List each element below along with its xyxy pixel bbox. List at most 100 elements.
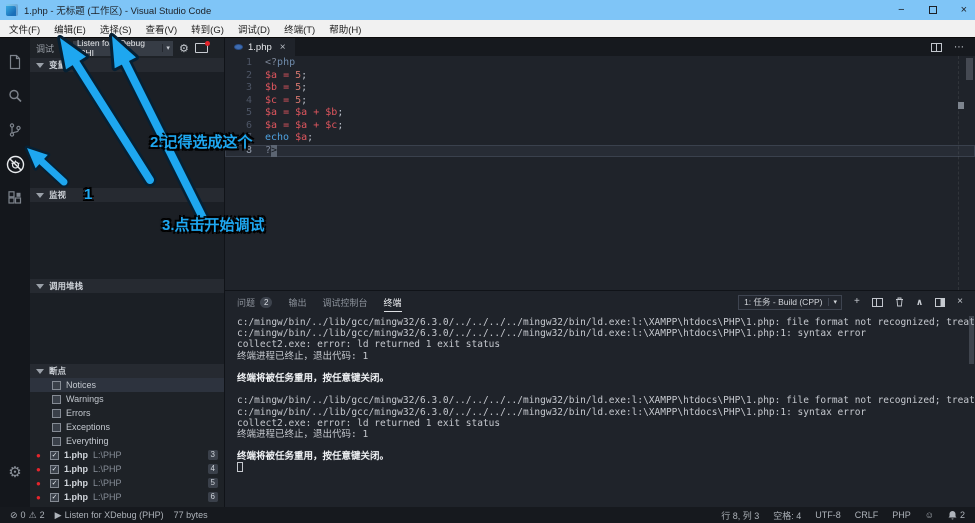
breakpoint-dot-icon: ●: [36, 479, 45, 488]
search-icon[interactable]: [5, 86, 25, 106]
notification-dot: [205, 41, 210, 46]
start-debug-button[interactable]: ▶: [60, 43, 67, 54]
menu-item-3[interactable]: 查看(V): [138, 22, 184, 36]
terminal-line: 终端将被任务重用，按任意键关闭。: [237, 373, 975, 384]
breakpoint-option-label: Notices: [66, 380, 96, 390]
debug-config-dropdown[interactable]: Listen for XDebug (PHI ▾: [73, 41, 173, 56]
split-editor-icon[interactable]: [931, 43, 942, 52]
status-item-0[interactable]: 行 8, 列 3: [721, 509, 759, 522]
new-terminal-icon[interactable]: +: [854, 297, 860, 307]
breakpoint-option-warnings[interactable]: Warnings: [30, 392, 224, 406]
status-item-3[interactable]: CRLF: [855, 510, 879, 520]
line-number: 2: [225, 70, 265, 83]
breakpoint-file-name: 1.php: [64, 478, 88, 488]
breakpoint-dot-icon: ●: [36, 465, 45, 474]
section-watch[interactable]: 监视: [30, 188, 224, 202]
status-item-1[interactable]: 空格: 4: [773, 509, 801, 522]
terminal[interactable]: c:/mingw/bin/../lib/gcc/mingw32/6.3.0/..…: [225, 313, 975, 507]
section-breakpoints[interactable]: 断点: [30, 364, 224, 378]
terminal-line: c:/mingw/bin/../lib/gcc/mingw32/6.3.0/..…: [237, 395, 975, 406]
breakpoint-row-line-5[interactable]: ●✓1.phpL:\PHP5: [30, 476, 224, 490]
panel-tab-调试控制台[interactable]: 调试控制台: [322, 292, 367, 313]
breakpoint-option-label: Everything: [66, 436, 109, 446]
breakpoint-file-name: 1.php: [64, 450, 88, 460]
status-item-4[interactable]: PHP: [892, 510, 911, 520]
manage-gear-icon[interactable]: ⚙: [8, 463, 21, 481]
checkbox-icon[interactable]: [52, 437, 61, 446]
code-token: <?: [265, 57, 277, 70]
breakpoint-option-everything[interactable]: Everything: [30, 434, 224, 448]
feedback-smiley-icon[interactable]: ☺: [925, 510, 934, 520]
debug-status[interactable]: ▶ Listen for XDebug (PHP): [55, 510, 164, 521]
checkbox-checked-icon[interactable]: ✓: [50, 451, 59, 460]
status-item-2[interactable]: UTF-8: [815, 510, 841, 520]
maximize-panel-chevron-icon[interactable]: ∧: [916, 298, 923, 307]
menu-item-1[interactable]: 编辑(E): [47, 22, 93, 36]
terminal-line: collect2.exe: error: ld returned 1 exit …: [237, 339, 975, 350]
close-tab-icon[interactable]: ×: [280, 42, 286, 53]
problems-status[interactable]: ⊘ 0 ⚠ 2: [10, 510, 45, 521]
tab-1php[interactable]: 1.php ×: [225, 38, 295, 56]
breakpoint-option-exceptions[interactable]: Exceptions: [30, 420, 224, 434]
editor-scrollbar[interactable]: [966, 58, 973, 80]
breakpoint-option-errors[interactable]: Errors: [30, 406, 224, 420]
breakpoint-file-name: 1.php: [64, 464, 88, 474]
vscode-logo-icon: [6, 4, 18, 16]
terminal-selector-dropdown[interactable]: 1: 任务 - Build (CPP) ▾: [738, 295, 842, 310]
line-number: 6: [225, 120, 265, 133]
breakpoint-row-line-4[interactable]: ●✓1.phpL:\PHP4: [30, 462, 224, 476]
panel-tab-输出[interactable]: 输出: [288, 292, 306, 313]
debug-console-icon[interactable]: [195, 43, 208, 53]
configure-gear-icon[interactable]: ⚙: [179, 42, 189, 55]
line-number: 1: [225, 57, 265, 70]
checkbox-icon[interactable]: [52, 423, 61, 432]
code-token: $a: [295, 132, 307, 145]
toggle-panel-layout-icon[interactable]: [935, 298, 945, 307]
code-line-6: 6$a = $a + $c;: [225, 120, 975, 133]
php-file-icon: [234, 44, 243, 50]
explorer-icon[interactable]: [5, 52, 25, 72]
code-token: ;: [301, 82, 307, 95]
kill-terminal-trash-icon[interactable]: [895, 297, 904, 307]
breakpoint-row-line-6[interactable]: ●✓1.phpL:\PHP6: [30, 490, 224, 504]
debug-icon[interactable]: [5, 154, 25, 174]
source-control-icon[interactable]: [5, 120, 25, 140]
checkbox-icon[interactable]: [52, 409, 61, 418]
menu-item-6[interactable]: 终端(T): [277, 22, 322, 36]
debug-status-label: Listen for XDebug (PHP): [65, 510, 164, 520]
breakpoint-row-line-3[interactable]: ●✓1.phpL:\PHP3: [30, 448, 224, 462]
section-variables[interactable]: 变量: [30, 58, 224, 72]
minimize-button[interactable]: −: [898, 5, 904, 16]
checkbox-icon[interactable]: [52, 381, 61, 390]
code-editor[interactable]: 1<?php2$a = 5;3$b = 5;4$c = 5;5$a = $a +…: [225, 56, 975, 290]
restore-button[interactable]: [929, 6, 937, 14]
panel-scrollbar[interactable]: [969, 316, 974, 364]
checkbox-checked-icon[interactable]: ✓: [50, 493, 59, 502]
code-token: $c: [265, 95, 277, 108]
menu-item-7[interactable]: 帮助(H): [322, 22, 368, 36]
panel-tabs: 问题2 输出调试控制台终端 1: 任务 - Build (CPP) ▾ + ∧ ×: [225, 291, 975, 313]
panel-tab-问题[interactable]: 问题2: [237, 292, 272, 313]
menu-item-2[interactable]: 选择(S): [93, 22, 139, 36]
section-label: 监视: [49, 189, 66, 201]
checkbox-icon[interactable]: [52, 395, 61, 404]
checkbox-checked-icon[interactable]: ✓: [50, 479, 59, 488]
code-line-3: 3$b = 5;: [225, 82, 975, 95]
extensions-icon[interactable]: [5, 188, 25, 208]
panel-tab-终端[interactable]: 终端: [384, 292, 402, 313]
section-callstack[interactable]: 调用堆栈: [30, 279, 224, 293]
overview-ruler-marker: [958, 102, 964, 109]
menu-item-5[interactable]: 调试(D): [231, 22, 277, 36]
checkbox-checked-icon[interactable]: ✓: [50, 465, 59, 474]
menu-item-4[interactable]: 转到(G): [184, 22, 231, 36]
breakpoint-option-notices[interactable]: Notices: [30, 378, 224, 392]
menu-item-0[interactable]: 文件(F): [2, 22, 47, 36]
panel-tab-label: 问题: [237, 296, 255, 309]
more-actions-icon[interactable]: ⋯: [954, 42, 965, 53]
notifications-bell[interactable]: 2: [948, 510, 965, 520]
callstack-body: [30, 293, 224, 364]
close-window-button[interactable]: ×: [961, 5, 967, 16]
terminal-output: c:/mingw/bin/../lib/gcc/mingw32/6.3.0/..…: [237, 317, 975, 474]
split-terminal-icon[interactable]: [872, 298, 883, 307]
close-panel-icon[interactable]: ×: [957, 297, 963, 307]
